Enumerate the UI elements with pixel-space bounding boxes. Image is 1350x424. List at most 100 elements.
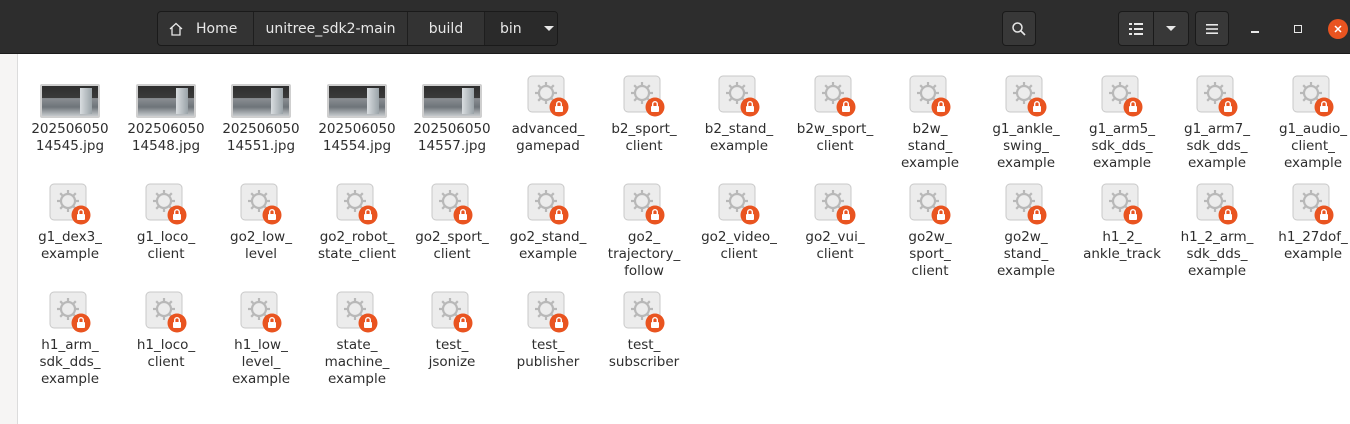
file-name-label: 202506050 14557.jpg (406, 121, 498, 155)
search-button[interactable] (1002, 11, 1036, 46)
file-name-label: test_ subscriber (598, 337, 690, 371)
file-name-label: test_ jsonize (406, 337, 498, 371)
file-name-line: sdk_dds_ (1186, 138, 1248, 154)
file-item-executable[interactable]: go2w_ stand_ example (980, 178, 1072, 280)
executable-locked-icon (1101, 183, 1143, 225)
maximize-button[interactable] (1288, 19, 1308, 39)
file-name-line: state_client (317, 246, 397, 262)
file-item-executable[interactable]: g1_dex3_ example (24, 178, 116, 263)
file-item-executable[interactable]: test_ subscriber (598, 286, 690, 371)
sidebar (0, 54, 18, 424)
breadcrumb-home[interactable]: Home (158, 12, 254, 45)
file-name-label: b2_sport_ client (598, 121, 690, 155)
file-item-executable[interactable]: state_ machine_ example (311, 286, 403, 388)
view-options-button[interactable] (1153, 12, 1188, 45)
executable-locked-icon (527, 183, 569, 225)
file-name-line: level (244, 246, 278, 262)
file-item-executable[interactable]: test_ jsonize (406, 286, 498, 371)
file-name-line: test_ (627, 337, 661, 353)
file-item-executable[interactable]: go2_vui_ client (789, 178, 881, 263)
file-name-line: stand_ (907, 138, 953, 154)
file-name-label: 202506050 14551.jpg (215, 121, 307, 155)
file-item-executable[interactable]: b2_stand_ example (693, 70, 785, 155)
minimize-button[interactable] (1245, 19, 1265, 39)
file-item-executable[interactable]: h1_27dof_ example (1267, 178, 1350, 263)
list-view-button[interactable] (1119, 12, 1153, 45)
thumbnail-wrapper (120, 70, 212, 118)
file-name-line: go2_ (627, 229, 661, 245)
file-name-line: publisher (516, 354, 580, 370)
menu-button[interactable] (1195, 11, 1229, 46)
file-item-executable[interactable]: g1_audio_ client_ example (1267, 70, 1350, 172)
file-name-line: h1_27dof_ (1278, 229, 1348, 245)
file-name-label: test_ publisher (502, 337, 594, 371)
file-name-label: 202506050 14554.jpg (311, 121, 403, 155)
file-item-executable[interactable]: h1_arm_ sdk_dds_ example (24, 286, 116, 388)
file-name-label: h1_low_ level_ example (215, 337, 307, 388)
file-item-image[interactable]: 202506050 14548.jpg (120, 70, 212, 155)
file-name-line: sdk_dds_ (39, 354, 101, 370)
view-toggle-group (1118, 11, 1189, 46)
file-name-line: example (40, 371, 100, 387)
file-item-executable[interactable]: g1_arm5_ sdk_dds_ example (1076, 70, 1168, 172)
executable-locked-icon (909, 183, 951, 225)
executable-locked-icon (1292, 75, 1334, 117)
file-item-executable[interactable]: go2_low_ level (215, 178, 307, 263)
file-item-executable[interactable]: h1_low_ level_ example (215, 286, 307, 388)
file-name-line: g1_dex3_ (38, 229, 102, 245)
breadcrumb-build[interactable]: build (408, 12, 485, 45)
executable-locked-icon (623, 183, 665, 225)
file-name-line: go2w_ (908, 229, 952, 245)
file-item-executable[interactable]: advanced_ gamepad (502, 70, 594, 155)
file-item-executable[interactable]: go2_robot_ state_client (311, 178, 403, 263)
hamburger-menu-icon (1206, 23, 1218, 34)
file-name-line: example (1187, 155, 1247, 171)
file-name-line: 202506050 (127, 121, 205, 137)
file-item-executable[interactable]: go2_video_ client (693, 178, 785, 263)
executable-locked-icon (909, 75, 951, 117)
file-item-executable[interactable]: go2w_ sport_ client (884, 178, 976, 280)
file-name-line: b2w_sport_ (796, 121, 874, 137)
file-name-line: client (911, 263, 949, 279)
breadcrumb-bin[interactable]: bin (485, 12, 557, 45)
file-item-executable[interactable]: h1_2_arm_ sdk_dds_ example (1171, 178, 1263, 280)
file-name-line: jsonize (428, 354, 476, 370)
file-item-executable[interactable]: b2_sport_ client (598, 70, 690, 155)
file-name-line: machine_ (324, 354, 390, 370)
file-name-line: sdk_dds_ (1091, 138, 1153, 154)
file-name-line: ankle_track (1083, 246, 1161, 262)
file-name-line: go2_stand_ (509, 229, 587, 245)
file-item-executable[interactable]: test_ publisher (502, 286, 594, 371)
file-item-executable[interactable]: g1_arm7_ sdk_dds_ example (1171, 70, 1263, 172)
file-name-label: go2_sport_ client (406, 229, 498, 263)
maximize-icon (1294, 25, 1302, 33)
file-item-executable[interactable]: h1_loco_ client (120, 286, 212, 371)
file-name-label: go2_robot_ state_client (311, 229, 403, 263)
file-name-line: 14548.jpg (131, 138, 201, 154)
file-name-line: h1_2_ (1102, 229, 1142, 245)
file-name-label: g1_audio_ client_ example (1267, 121, 1350, 172)
file-item-executable[interactable]: g1_loco_ client (120, 178, 212, 263)
executable-locked-icon (1005, 75, 1047, 117)
executable-locked-icon (527, 75, 569, 117)
file-item-image[interactable]: 202506050 14545.jpg (24, 70, 116, 155)
file-item-executable[interactable]: go2_sport_ client (406, 178, 498, 263)
list-view-icon (1129, 22, 1143, 35)
file-item-executable[interactable]: g1_ankle_ swing_ example (980, 70, 1072, 172)
file-item-image[interactable]: 202506050 14557.jpg (406, 70, 498, 155)
close-button[interactable] (1328, 19, 1348, 39)
file-item-executable[interactable]: go2_stand_ example (502, 178, 594, 263)
breadcrumb-unitree-sdk2-main[interactable]: unitree_sdk2-main (254, 12, 408, 45)
file-item-executable[interactable]: b2w_ stand_ example (884, 70, 976, 172)
file-item-image[interactable]: 202506050 14551.jpg (215, 70, 307, 155)
executable-locked-icon (1005, 183, 1047, 225)
file-item-executable[interactable]: go2_ trajectory_ follow (598, 178, 690, 280)
chevron-down-icon (543, 26, 554, 31)
file-item-image[interactable]: 202506050 14554.jpg (311, 70, 403, 155)
file-name-line: follow (624, 263, 664, 279)
executable-locked-icon (336, 183, 378, 225)
file-item-executable[interactable]: b2w_sport_ client (789, 70, 881, 155)
file-name-line: example (900, 155, 960, 171)
file-item-executable[interactable]: h1_2_ ankle_track (1076, 178, 1168, 263)
file-name-line: 202506050 (31, 121, 109, 137)
